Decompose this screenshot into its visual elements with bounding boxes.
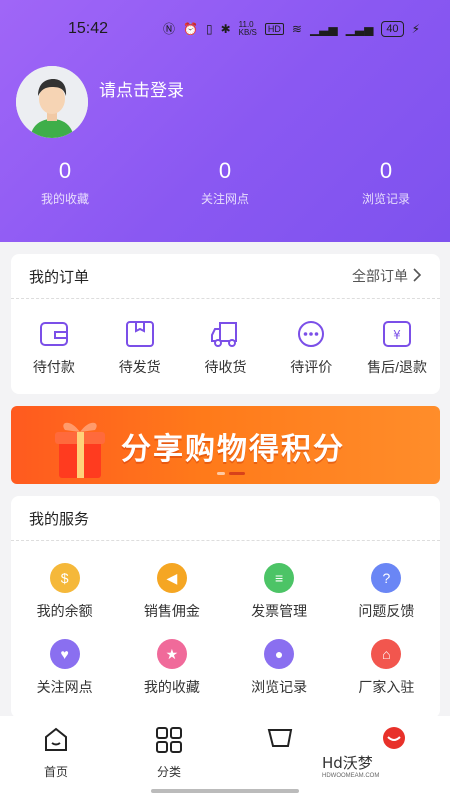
status-icons: Ⓝ ⏰ ▯ ✱ 11.0 KB/S HD ≋ ▁▃▅ ▁▃▅ 40 ⚡: [163, 20, 420, 37]
orders-card: 我的订单 全部订单 待付款 待发货 待收货 待评价 ¥ 售后/退款: [11, 254, 440, 394]
order-pending-payment-label: 待付款: [32, 359, 75, 375]
service-invoice[interactable]: ≡ 发票管理: [226, 563, 333, 621]
charging-icon: ⚡: [411, 21, 420, 36]
megaphone-icon: ◀: [156, 563, 187, 593]
order-pending-payment[interactable]: 待付款: [14, 319, 94, 377]
all-orders-label: 全部订单: [352, 268, 408, 284]
watermark-text: Hd沃梦: [322, 754, 373, 772]
home-indicator[interactable]: [151, 789, 299, 793]
service-commission[interactable]: ◀ 销售佣金: [118, 563, 225, 621]
promo-banner[interactable]: 分享购物得积分: [11, 406, 440, 484]
status-time: 15:42: [68, 20, 109, 37]
tab-home[interactable]: 首页: [26, 726, 86, 780]
signal-icon: ▁▃▅: [309, 21, 338, 36]
order-after-sales[interactable]: ¥ 售后/退款: [357, 319, 437, 377]
order-pending-shipment[interactable]: 待发货: [100, 319, 180, 377]
tab-home-label: 首页: [43, 765, 68, 779]
login-prompt[interactable]: 请点击登录: [99, 76, 184, 101]
svg-text:¥: ¥: [393, 328, 401, 342]
service-balance-label: 我的余额: [36, 603, 93, 619]
hd-icon: HD: [264, 22, 284, 35]
stat-history[interactable]: 0 浏览记录: [326, 158, 446, 207]
box-icon: [125, 319, 155, 349]
service-vendor-join-label: 厂家入驻: [358, 679, 415, 695]
battery-icon: 40: [381, 20, 404, 37]
status-bar: 15:42 Ⓝ ⏰ ▯ ✱ 11.0 KB/S HD ≋ ▁▃▅ ▁▃▅ 40 …: [0, 18, 450, 42]
banner-dot: [217, 472, 225, 475]
signal-2-icon: ▁▃▅: [345, 21, 374, 36]
chevron-right-icon: [412, 267, 422, 285]
banner-dot-active: [229, 472, 245, 475]
footprint-icon: ●: [264, 639, 295, 669]
gift-box-icon: [55, 422, 105, 478]
order-pending-receipt[interactable]: 待收货: [185, 319, 265, 377]
avatar[interactable]: [16, 66, 88, 138]
heart-icon: ♥: [49, 639, 80, 669]
orders-title: 我的订单: [29, 268, 90, 286]
grid-icon: [139, 726, 199, 759]
service-followed[interactable]: ♥ 关注网点: [11, 639, 118, 697]
bluetooth-icon: ✱: [220, 21, 231, 36]
tab-cart[interactable]: [251, 726, 311, 763]
service-commission-label: 销售佣金: [143, 603, 200, 619]
home-icon: [26, 726, 86, 759]
nfc-icon: Ⓝ: [163, 22, 176, 36]
order-pending-receipt-label: 待收货: [204, 359, 247, 375]
comment-icon: [296, 319, 326, 349]
service-balance[interactable]: $ 我的余额: [11, 563, 118, 621]
order-pending-review-label: 待评价: [290, 359, 333, 375]
stat-favorites[interactable]: 0 我的收藏: [5, 158, 125, 207]
service-feedback[interactable]: ? 问题反馈: [333, 563, 440, 621]
service-followed-label: 关注网点: [36, 679, 93, 695]
wallet-icon: [39, 319, 69, 349]
order-after-sales-label: 售后/退款: [367, 359, 428, 375]
all-orders-link[interactable]: 全部订单: [352, 266, 422, 286]
service-invoice-label: 发票管理: [251, 603, 308, 619]
stat-favorites-label: 我的收藏: [40, 192, 89, 206]
star-icon: ★: [156, 639, 187, 669]
order-status-row: 待付款 待发货 待收货 待评价 ¥ 售后/退款: [11, 299, 440, 377]
net-speed: 11.0 KB/S: [238, 19, 257, 37]
service-favorites-label: 我的收藏: [143, 679, 200, 695]
watermark-logo: Hd沃梦 HDWOOMEAM.COM: [322, 752, 400, 792]
vibrate-icon: ▯: [205, 21, 213, 36]
stat-history-label: 浏览记录: [361, 192, 410, 206]
alarm-icon: ⏰: [183, 21, 198, 36]
cart-icon: [251, 726, 311, 759]
stat-history-value: 0: [379, 158, 393, 183]
refund-icon: ¥: [382, 319, 412, 349]
wifi-icon: ≋: [291, 21, 302, 36]
order-pending-review[interactable]: 待评价: [271, 319, 351, 377]
service-feedback-label: 问题反馈: [358, 603, 415, 619]
service-history[interactable]: ● 浏览记录: [226, 639, 333, 697]
service-favorites[interactable]: ★ 我的收藏: [118, 639, 225, 697]
tab-category-label: 分类: [156, 765, 181, 779]
stat-followed[interactable]: 0 关注网点: [165, 158, 285, 207]
tab-category[interactable]: 分类: [139, 726, 199, 780]
service-history-label: 浏览记录: [251, 679, 308, 695]
stat-followed-label: 关注网点: [200, 192, 249, 206]
truck-icon: [210, 319, 240, 349]
stat-followed-value: 0: [218, 158, 232, 183]
watermark-subtext: HDWOOMEAM.COM: [322, 773, 380, 779]
shop-icon: ⌂: [371, 639, 402, 669]
order-pending-shipment-label: 待发货: [118, 359, 161, 375]
moneybag-icon: $: [49, 563, 80, 593]
banner-text: 分享购物得积分: [121, 433, 345, 466]
stat-favorites-value: 0: [58, 158, 72, 183]
services-card: 我的服务 $ 我的余额 ◀ 销售佣金 ≡ 发票管理 ? 问题反馈 ♥ 关注网点 …: [11, 496, 440, 718]
service-vendor-join[interactable]: ⌂ 厂家入驻: [333, 639, 440, 697]
invoice-icon: ≡: [264, 563, 295, 593]
question-icon: ?: [371, 563, 402, 593]
services-header: 我的服务: [11, 496, 440, 541]
services-title: 我的服务: [29, 510, 90, 528]
services-grid: $ 我的余额 ◀ 销售佣金 ≡ 发票管理 ? 问题反馈 ♥ 关注网点 ★ 我的收…: [11, 541, 440, 697]
banner-pagination: [217, 472, 245, 475]
orders-header: 我的订单 全部订单: [11, 254, 440, 299]
